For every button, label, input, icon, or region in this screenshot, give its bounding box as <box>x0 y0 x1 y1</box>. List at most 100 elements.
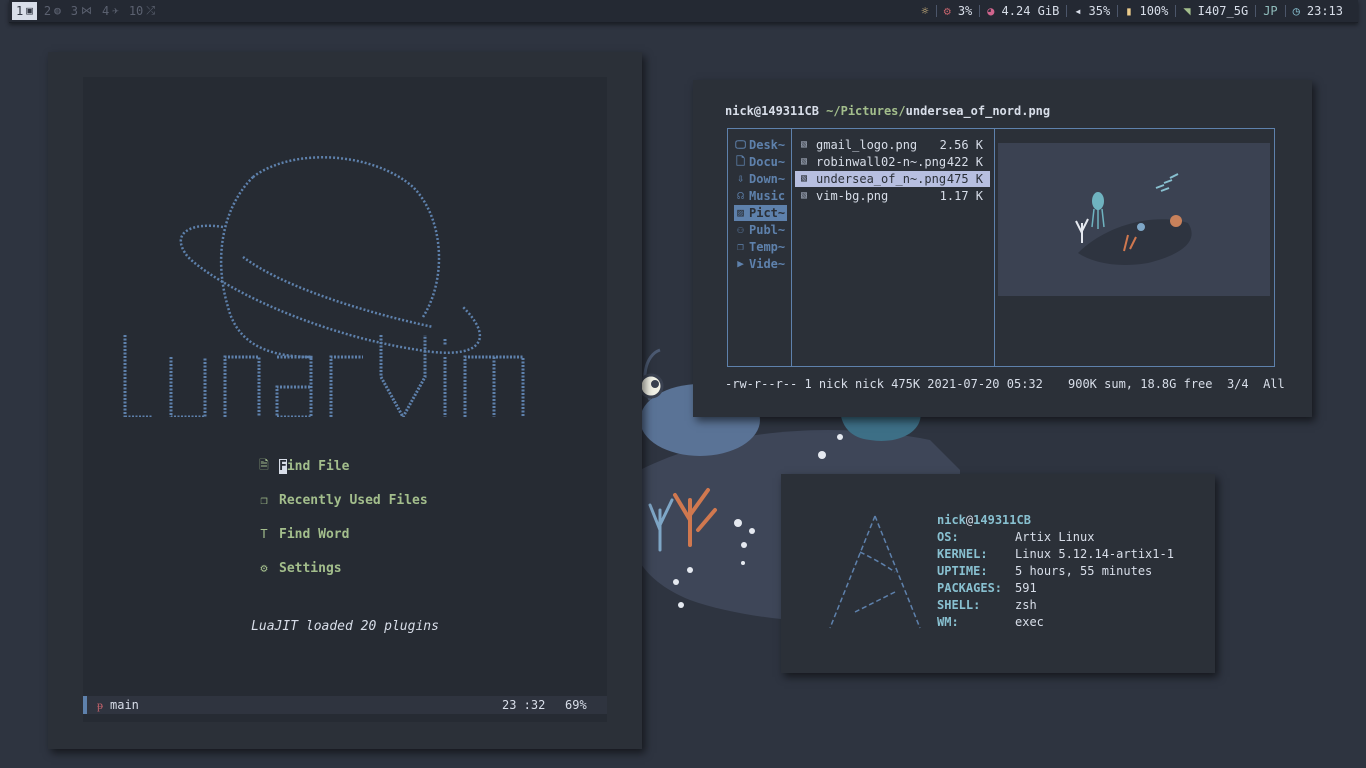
theme-module[interactable]: ☼ <box>914 0 935 22</box>
file-item[interactable]: ▧ vim-bg.png 1.17 K <box>795 188 990 204</box>
image-file-icon: ▧ <box>801 173 808 184</box>
lf-file-info: -rw-r--r-- 1 nick nick 475K 2021-07-20 0… <box>725 377 1043 391</box>
top-status-bar: 1 ▣ 2 ◍ 3 ⋈ 4 ✈ 10 ⤮ ☼ ⚙ 3% ◕ 4.24 GiB ◂… <box>9 0 1358 23</box>
neofetch-user: nick <box>937 513 966 527</box>
lf-dir-summary: 900K sum, 18.8G free 3/4 All <box>1068 377 1285 391</box>
memory-pie-icon: ◕ <box>987 4 995 18</box>
image-file-icon: ▧ <box>801 156 808 167</box>
dir-label: Pict~ <box>749 206 786 220</box>
keyboard-layout: JP <box>1263 4 1278 18</box>
wifi-module[interactable]: ◥ I407_5G <box>1176 0 1255 22</box>
wifi-icon: ◥ <box>1183 4 1191 18</box>
neofetch-host: 149311CB <box>973 513 1031 527</box>
lf-current-file: undersea_of_nord.png <box>905 104 1051 118</box>
file-name: gmail_logo.png <box>816 138 918 152</box>
find-file-label: Find File <box>279 458 349 474</box>
workspace-list: 1 ▣ 2 ◍ 3 ⋈ 4 ✈ 10 ⤮ <box>9 0 160 22</box>
terminal-icon: ▣ <box>26 4 33 17</box>
find-word-icon: T <box>260 527 268 541</box>
dir-label: Publ~ <box>749 223 786 237</box>
info-value: Artix Linux <box>1015 530 1095 544</box>
cursor: F <box>279 458 287 474</box>
workspace-1[interactable]: 1 ▣ <box>12 2 37 20</box>
file-item[interactable]: ▧ robinwall02-n~.png 422 K <box>795 154 990 170</box>
neofetch-terminal-window[interactable]: nick@149311CB OS: Artix Linux KERNEL: Linu… <box>781 474 1215 673</box>
info-row-shell: SHELL: zsh <box>937 597 1197 614</box>
battery-module[interactable]: ▮ 100% <box>1118 0 1175 22</box>
workspace-2[interactable]: 2 ◍ <box>39 0 66 22</box>
artix-logo <box>829 515 921 629</box>
dir-item[interactable]: ⇩ Down~ <box>734 171 787 187</box>
dir-item[interactable]: ⚇ Publ~ <box>734 222 787 238</box>
workspace-number: 10 <box>128 4 144 18</box>
file-size: 1.17 K <box>939 189 983 203</box>
dir-item[interactable]: 🗋 Docu~ <box>734 154 787 170</box>
file-size: 422 K <box>946 155 983 169</box>
lualine-statusline: ᵽ main 23 :32 69% <box>83 696 607 714</box>
anglerfish-lure <box>638 373 664 399</box>
info-row-packages: PACKAGES: 591 <box>937 580 1197 597</box>
headphones-icon: ☊ <box>737 189 744 202</box>
file-item[interactable]: ▧ gmail_logo.png 2.56 K <box>795 137 990 153</box>
dir-item[interactable]: ❐ Temp~ <box>734 239 787 255</box>
wifi-ssid: I407_5G <box>1197 4 1249 18</box>
memory-value: 4.24 GiB <box>1001 4 1060 18</box>
dir-label: Vide~ <box>749 257 786 271</box>
git-branch-name: main <box>110 698 139 712</box>
image-file-icon: ▧ <box>801 190 808 201</box>
settings-gear-icon: ⚙ <box>260 561 268 575</box>
workspace-3[interactable]: 3 ⋈ <box>66 0 97 22</box>
users-icon: ⚇ <box>737 223 744 236</box>
speaker-icon: ◂ <box>1074 4 1082 18</box>
clock-module[interactable]: ◷ 23:13 <box>1286 0 1350 22</box>
lf-file-manager-window[interactable]: nick@149311CB ~/Pictures/undersea_of_nor… <box>693 80 1312 417</box>
lf-columns: 🖵 Desk~ 🗋 Docu~ ⇩ Down~ ☊ Music ▨ Pict~ ⚇ Publ… <box>727 128 1275 367</box>
file-size: 2.56 K <box>939 138 983 152</box>
info-key: SHELL: <box>937 598 981 612</box>
info-key: OS: <box>937 530 959 544</box>
find-file-button[interactable]: 🗎 Find File <box>258 449 428 483</box>
palette-icon: ☼ <box>921 4 929 18</box>
dir-item[interactable]: ☊ Music <box>734 188 787 204</box>
file-name: undersea_of_n~.png <box>816 172 947 186</box>
dir-item-selected[interactable]: ▨ Pict~ <box>734 205 788 221</box>
lunarvim-dashboard[interactable]: 🗎 Find File ❐ Recently Used Files T Find… <box>83 77 607 722</box>
cpu-module[interactable]: ⚙ 3% <box>937 0 980 22</box>
image-file-icon: ▧ <box>801 139 808 150</box>
cursor-position: 23 :32 <box>502 698 546 712</box>
volume-value: 35% <box>1088 4 1111 18</box>
info-row-wm: WM: exec <box>937 614 1197 631</box>
info-row-kernel: KERNEL: Linux 5.12.14-artix1-1 <box>937 546 1197 563</box>
undersea-preview-image <box>1075 173 1192 265</box>
info-key: PACKAGES: <box>937 581 1003 595</box>
info-key: UPTIME: <box>937 564 988 578</box>
workspace-4[interactable]: 4 ✈ <box>97 0 124 22</box>
dir-label: Music <box>749 189 786 203</box>
template-icon: ❐ <box>737 240 744 253</box>
recent-files-button[interactable]: ❐ Recently Used Files <box>258 483 427 517</box>
lf-user-host: nick@149311CB <box>725 104 819 118</box>
file-size: 475 K <box>946 172 983 186</box>
settings-button[interactable]: ⚙ Settings <box>258 551 428 585</box>
workspace-10[interactable]: 10 ⤮ <box>124 0 160 22</box>
memory-module[interactable]: ◕ 4.24 GiB <box>980 0 1066 22</box>
file-name: robinwall02-n~.png <box>816 155 947 169</box>
info-key: WM: <box>937 615 959 629</box>
info-value: exec <box>1015 615 1044 629</box>
dir-item[interactable]: 🖵 Desk~ <box>734 137 787 153</box>
keyboard-layout-module[interactable]: JP <box>1256 0 1284 22</box>
neofetch-info: nick@149311CB OS: Artix Linux KERNEL: Linu… <box>937 512 1197 631</box>
globe-icon: ◍ <box>54 4 61 17</box>
dir-label: Desk~ <box>749 138 786 152</box>
workspace-number: 2 <box>43 4 52 18</box>
file-icon: 🗎 <box>259 457 269 472</box>
volume-module[interactable]: ◂ 35% <box>1067 0 1117 22</box>
battery-icon: ▮ <box>1125 4 1133 18</box>
picture-icon: ▨ <box>737 206 744 219</box>
video-icon: ▶ <box>737 257 744 270</box>
find-word-button[interactable]: T Find Word <box>258 517 428 551</box>
lunarvim-window[interactable]: 🗎 Find File ❐ Recently Used Files T Find… <box>48 52 642 749</box>
dir-item[interactable]: ▶ Vide~ <box>734 256 787 272</box>
download-icon: ⇩ <box>737 172 744 185</box>
file-item-selected[interactable]: ▧ undersea_of_n~.png 475 K <box>795 171 990 187</box>
